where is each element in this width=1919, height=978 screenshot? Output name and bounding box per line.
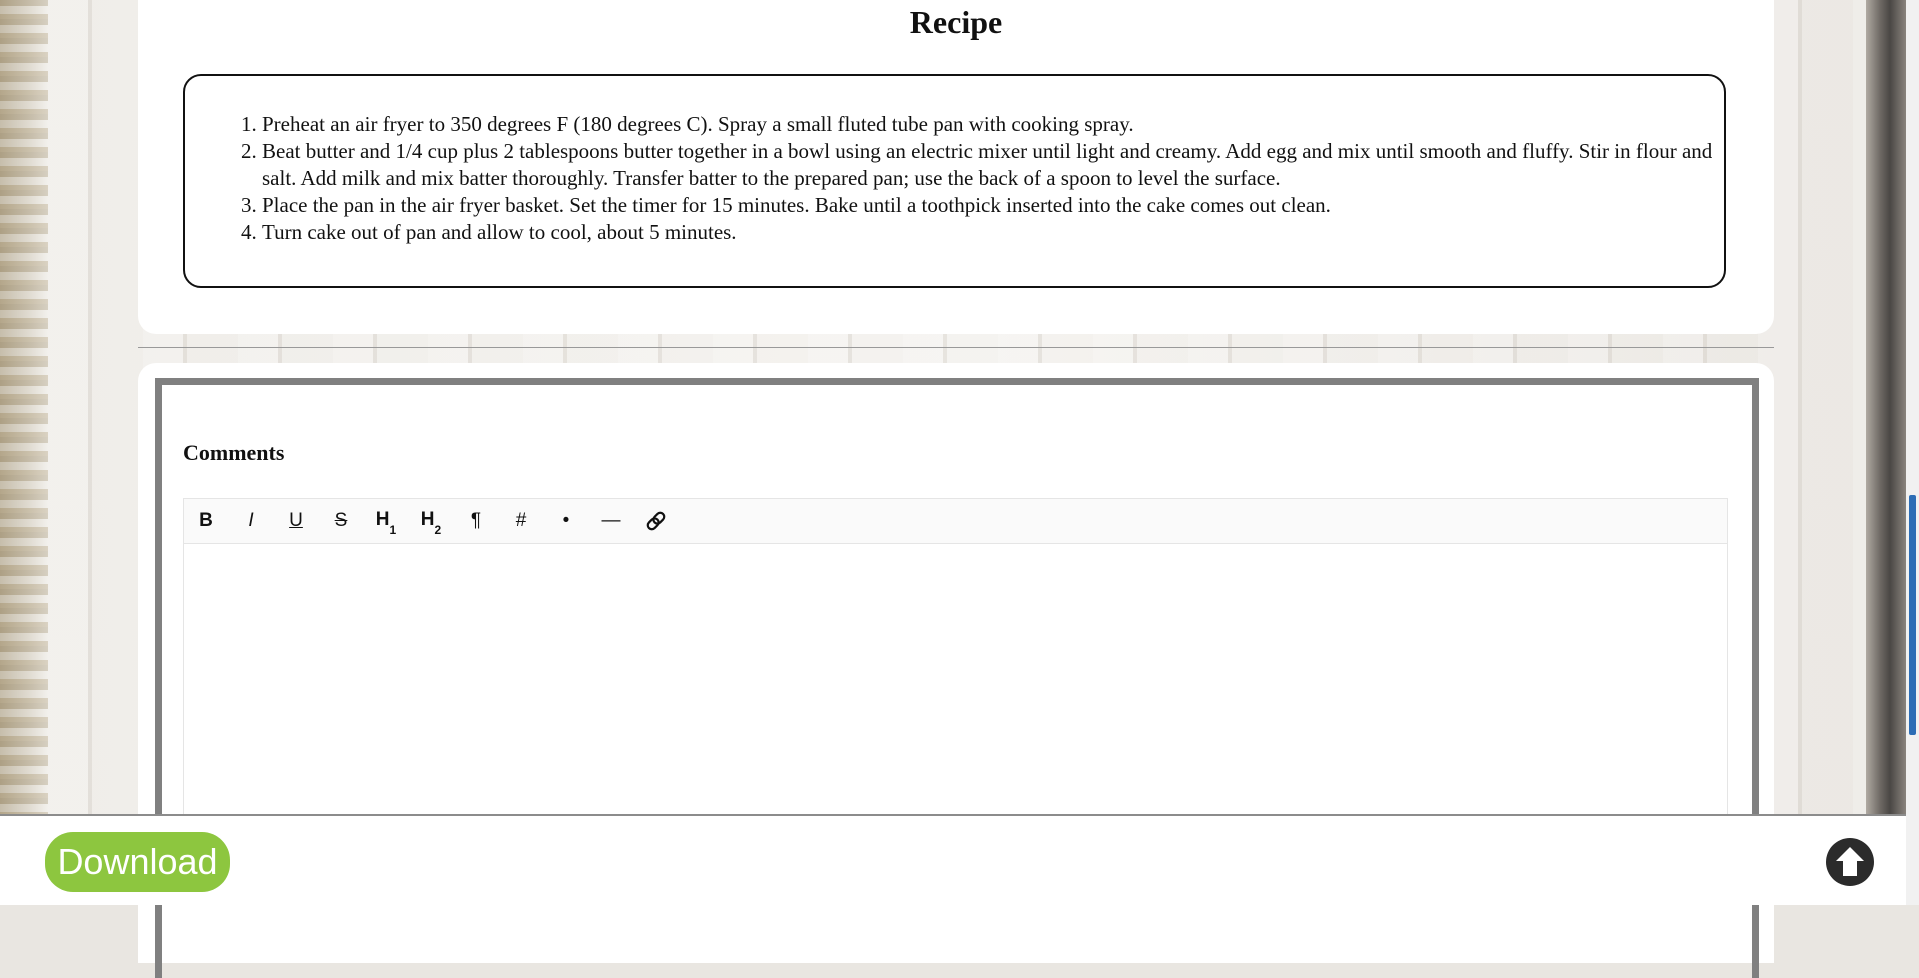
scrollbar-thumb[interactable] xyxy=(1909,495,1916,735)
italic-icon: I xyxy=(248,510,254,531)
footer-bar: Download xyxy=(0,814,1906,905)
horizontal-rule-icon: — xyxy=(601,510,621,531)
heading1-button[interactable]: H1 xyxy=(370,506,402,537)
paragraph-icon: ¶ xyxy=(470,510,482,531)
comments-heading: Comments xyxy=(183,440,285,465)
underline-icon: U xyxy=(289,510,303,531)
heading2-icon: H2 xyxy=(420,509,442,537)
recipe-card: Recipe Preheat an air fryer to 350 degre… xyxy=(138,0,1774,334)
recipe-step: Preheat an air fryer to 350 degrees F (1… xyxy=(262,111,1722,138)
arrow-up-icon xyxy=(1836,847,1864,876)
download-button[interactable]: Download xyxy=(45,832,230,892)
heading1-icon: H1 xyxy=(375,509,397,537)
ordered-list-button[interactable]: # xyxy=(505,506,537,536)
background-stone-texture xyxy=(0,0,48,905)
recipe-steps-box: Preheat an air fryer to 350 degrees F (1… xyxy=(183,74,1726,288)
recipe-step: Beat butter and 1/4 cup plus 2 tablespoo… xyxy=(262,138,1722,192)
recipe-step: Place the pan in the air fryer basket. S… xyxy=(262,192,1722,219)
section-divider xyxy=(138,347,1774,348)
recipe-step: Turn cake out of pan and allow to cool, … xyxy=(262,219,1722,246)
paragraph-button[interactable]: ¶ xyxy=(460,506,492,536)
strikethrough-button[interactable]: S xyxy=(325,506,357,536)
italic-button[interactable]: I xyxy=(235,506,267,536)
heading2-button[interactable]: H2 xyxy=(415,506,447,537)
link-button[interactable] xyxy=(640,506,672,536)
vertical-scrollbar[interactable] xyxy=(1906,0,1919,905)
bullet-list-button[interactable]: • xyxy=(550,506,582,536)
link-icon xyxy=(646,511,666,531)
strikethrough-icon: S xyxy=(334,510,348,531)
bold-button[interactable]: B xyxy=(190,506,222,536)
scroll-to-top-button[interactable] xyxy=(1826,838,1874,886)
background-dark-wood xyxy=(1866,0,1906,905)
hash-icon: # xyxy=(515,510,527,531)
comment-editor[interactable] xyxy=(183,544,1728,844)
editor-toolbar: B I U S H1 H2 ¶ # • — xyxy=(183,498,1728,544)
underline-button[interactable]: U xyxy=(280,506,312,536)
bold-icon: B xyxy=(199,510,213,531)
bullet-icon: • xyxy=(562,510,570,531)
recipe-title: Recipe xyxy=(909,4,1003,40)
recipe-steps-list: Preheat an air fryer to 350 degrees F (1… xyxy=(223,111,1722,246)
horizontal-rule-button[interactable]: — xyxy=(595,506,627,536)
